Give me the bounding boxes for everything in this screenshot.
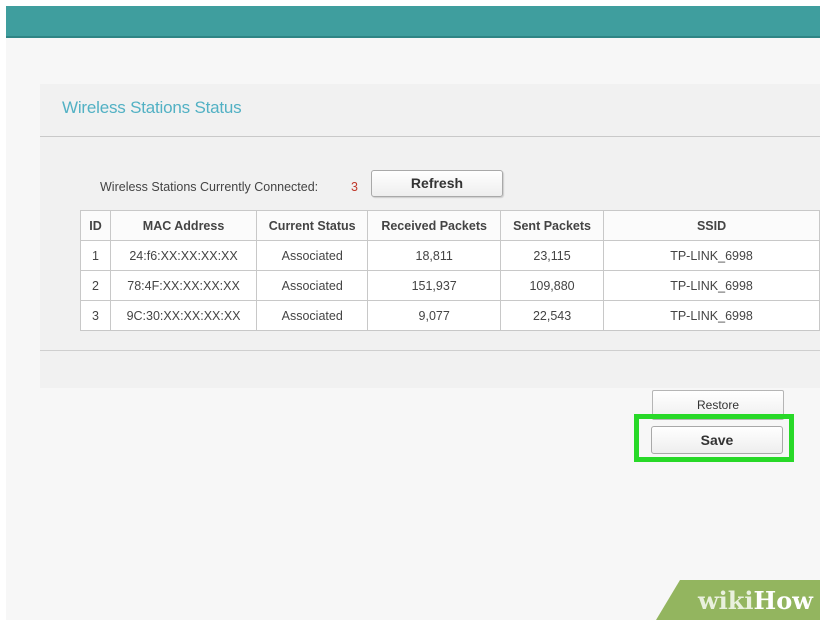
table-row: 3 9C:30:XX:XX:XX:XX Associated 9,077 22,… (80, 300, 820, 331)
connected-stations-label: Wireless Stations Currently Connected: (100, 180, 319, 194)
save-button[interactable]: Save (651, 426, 783, 454)
header-ssid: SSID (603, 210, 820, 241)
panel-title: Wireless Stations Status (62, 98, 242, 117)
header-received-packets: Received Packets (367, 210, 502, 241)
watermark-wiki: wiki (698, 586, 754, 615)
table-row: 2 78:4F:XX:XX:XX:XX Associated 151,937 1… (80, 270, 820, 301)
wikihow-watermark: wikiHow (698, 586, 813, 615)
cell-ssid: TP-LINK_6998 (603, 270, 820, 301)
panel-divider-top (40, 136, 820, 137)
cell-id: 1 (80, 240, 111, 271)
cell-current-status: Associated (256, 240, 369, 271)
top-header-bar (6, 6, 820, 38)
watermark-how: How (753, 586, 813, 615)
cell-ssid: TP-LINK_6998 (603, 300, 820, 331)
cell-id: 2 (80, 270, 111, 301)
cell-mac-address: 24:f6:XX:XX:XX:XX (109, 240, 258, 271)
table-header-row: ID MAC Address Current Status Received P… (80, 210, 820, 241)
cell-mac-address: 9C:30:XX:XX:XX:XX (109, 300, 258, 331)
router-admin-page: Wireless Stations Status Wireless Statio… (6, 6, 820, 620)
cell-sent-packets: 23,115 (500, 240, 605, 271)
panel-divider-bottom (40, 350, 820, 351)
refresh-button[interactable]: Refresh (371, 170, 503, 197)
cell-received-packets: 9,077 (367, 300, 502, 331)
cell-sent-packets: 109,880 (500, 270, 605, 301)
cell-received-packets: 151,937 (367, 270, 502, 301)
cell-mac-address: 78:4F:XX:XX:XX:XX (109, 270, 258, 301)
cell-current-status: Associated (256, 300, 369, 331)
wireless-stations-panel: Wireless Stations Status Wireless Statio… (40, 84, 820, 388)
header-current-status: Current Status (256, 210, 369, 241)
header-sent-packets: Sent Packets (500, 210, 605, 241)
cell-sent-packets: 22,543 (500, 300, 605, 331)
table-row: 1 24:f6:XX:XX:XX:XX Associated 18,811 23… (80, 240, 820, 271)
connected-stations-count: 3 (351, 180, 358, 194)
cell-ssid: TP-LINK_6998 (603, 240, 820, 271)
cell-id: 3 (80, 300, 111, 331)
header-id: ID (80, 210, 111, 241)
cell-current-status: Associated (256, 270, 369, 301)
wireless-stations-table: ID MAC Address Current Status Received P… (80, 210, 820, 331)
header-mac-address: MAC Address (109, 210, 258, 241)
cell-received-packets: 18,811 (367, 240, 502, 271)
